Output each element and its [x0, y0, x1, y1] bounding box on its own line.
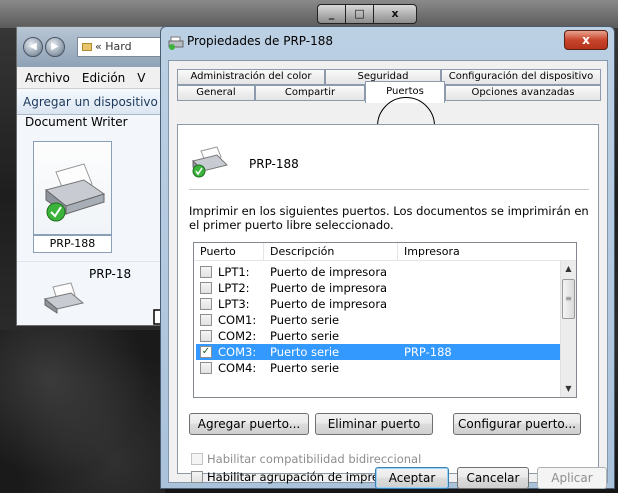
address-text: « Hard	[95, 40, 132, 53]
ports-list-header: Puerto Descripción Impresora	[194, 243, 576, 261]
port-checkbox[interactable]	[200, 266, 212, 278]
dialog-title: Propiedades de PRP-188	[187, 34, 334, 48]
close-button[interactable]: x	[373, 4, 417, 24]
port-description: Puerto serie	[270, 329, 340, 343]
tab-advanced[interactable]: Opciones avanzadas	[445, 85, 601, 101]
tab-general[interactable]: General	[177, 85, 255, 101]
port-description: Puerto de impresora	[270, 297, 388, 311]
scroll-down-icon[interactable]: ▼	[561, 381, 576, 397]
port-description: Puerto serie	[270, 345, 340, 359]
close-button[interactable]: x	[564, 30, 608, 50]
tab-device-settings[interactable]: Configuración del dispositivo	[441, 69, 601, 85]
port-description: Puerto de impresora	[270, 265, 388, 279]
port-row[interactable]: LPT1: Puerto de impresora	[196, 264, 562, 280]
port-row[interactable]: COM2: Puerto serie	[196, 328, 562, 344]
document-writer-item[interactable]: Document Writer	[25, 115, 128, 129]
printer-name: PRP-188	[249, 157, 299, 171]
port-checkbox[interactable]	[200, 330, 212, 342]
port-name: LPT1:	[218, 265, 250, 279]
port-row[interactable]: COM4: Puerto serie	[196, 360, 562, 376]
desktop-wallpaper	[0, 330, 165, 493]
scrollbar[interactable]: ▲ ≡ ▼	[560, 261, 576, 397]
port-description: Puerto serie	[270, 313, 340, 327]
printer-tile-label: PRP-188	[33, 235, 112, 253]
column-header-printer[interactable]: Impresora	[398, 243, 576, 260]
port-checkbox[interactable]	[200, 298, 212, 310]
port-name: COM2:	[218, 329, 257, 343]
checkbox-box	[191, 471, 203, 483]
background-window-frame	[0, 0, 618, 28]
port-name: COM1:	[218, 313, 257, 327]
menu-ver[interactable]: V	[137, 67, 145, 88]
menu-bar: Archivo Edición V	[17, 67, 167, 89]
scroll-thumb[interactable]: ≡	[562, 279, 575, 319]
port-description: Puerto de impresora	[270, 281, 388, 295]
ports-list[interactable]: Puerto Descripción Impresora LPT1: Puerto…	[193, 242, 577, 398]
port-row[interactable]: COM1: Puerto serie	[196, 312, 562, 328]
port-description: Puerto serie	[270, 361, 340, 375]
tab-color-management[interactable]: Administración del color	[177, 69, 325, 85]
dialog-body: Administración del color Seguridad Confi…	[168, 60, 608, 484]
folder-icon	[82, 43, 92, 51]
tab-sharing[interactable]: Compartir	[255, 85, 365, 101]
bidirectional-checkbox[interactable]: Habilitar compatibilidad bidireccional	[191, 452, 421, 466]
divider	[189, 189, 589, 190]
column-header-port[interactable]: Puerto	[194, 243, 264, 260]
printer-icon	[44, 163, 106, 222]
port-checkbox[interactable]	[200, 314, 212, 326]
back-arrow-icon[interactable]: ◀	[23, 37, 43, 57]
printer-icon	[43, 282, 85, 314]
apply-button[interactable]: Aplicar	[537, 467, 607, 489]
background-caption-buttons: _ □ x	[317, 4, 417, 24]
checkbox-box	[191, 453, 203, 465]
port-printer: PRP-188	[404, 345, 452, 359]
scroll-up-icon[interactable]: ▲	[561, 261, 576, 277]
port-name: LPT2:	[218, 281, 250, 295]
address-bar[interactable]: « Hard	[77, 37, 169, 57]
port-name: COM4:	[218, 361, 257, 375]
port-checkbox[interactable]	[200, 282, 212, 294]
add-device-button[interactable]: Agregar un dispositivo	[17, 89, 167, 115]
port-checkbox[interactable]	[200, 362, 212, 374]
printer-item-2-label[interactable]: PRP-18	[89, 267, 131, 281]
printer-properties-dialog: Propiedades de PRP-188 x Administración …	[160, 26, 615, 489]
port-row[interactable]: LPT3: Puerto de impresora	[196, 296, 562, 312]
menu-archivo[interactable]: Archivo	[25, 67, 70, 88]
delete-port-button[interactable]: Eliminar puerto	[315, 413, 433, 435]
ports-description: Imprimir en los siguientes puertos. Los …	[189, 204, 589, 232]
port-name: COM3:	[218, 345, 257, 359]
configure-port-button[interactable]: Configurar puerto...	[453, 413, 581, 435]
maximize-button[interactable]: □	[345, 4, 373, 24]
cancel-button[interactable]: Cancelar	[457, 467, 529, 489]
menu-edicion[interactable]: Edición	[82, 67, 125, 88]
printer-tile[interactable]	[33, 141, 112, 235]
port-checkbox[interactable]: ✓	[200, 346, 212, 358]
explorer-toolbar: ◀ ▶ « Hard	[17, 27, 169, 67]
printer-icon	[192, 146, 228, 178]
divider	[17, 261, 167, 262]
add-port-button[interactable]: Agregar puerto...	[189, 413, 309, 435]
port-row[interactable]: LPT2: Puerto de impresora	[196, 280, 562, 296]
ok-button[interactable]: Aceptar	[375, 467, 449, 489]
explorer-window: ◀ ▶ « Hard Archivo Edición V Agregar un …	[16, 26, 169, 326]
bidirectional-label: Habilitar compatibilidad bidireccional	[207, 452, 422, 466]
port-row[interactable]: ✓ COM3: Puerto serie PRP-188	[196, 344, 562, 360]
minimize-button[interactable]: _	[317, 4, 345, 24]
printer-icon	[168, 36, 184, 50]
forward-arrow-icon[interactable]: ▶	[45, 37, 65, 57]
column-header-description[interactable]: Descripción	[264, 243, 398, 260]
port-name: LPT3:	[218, 297, 250, 311]
